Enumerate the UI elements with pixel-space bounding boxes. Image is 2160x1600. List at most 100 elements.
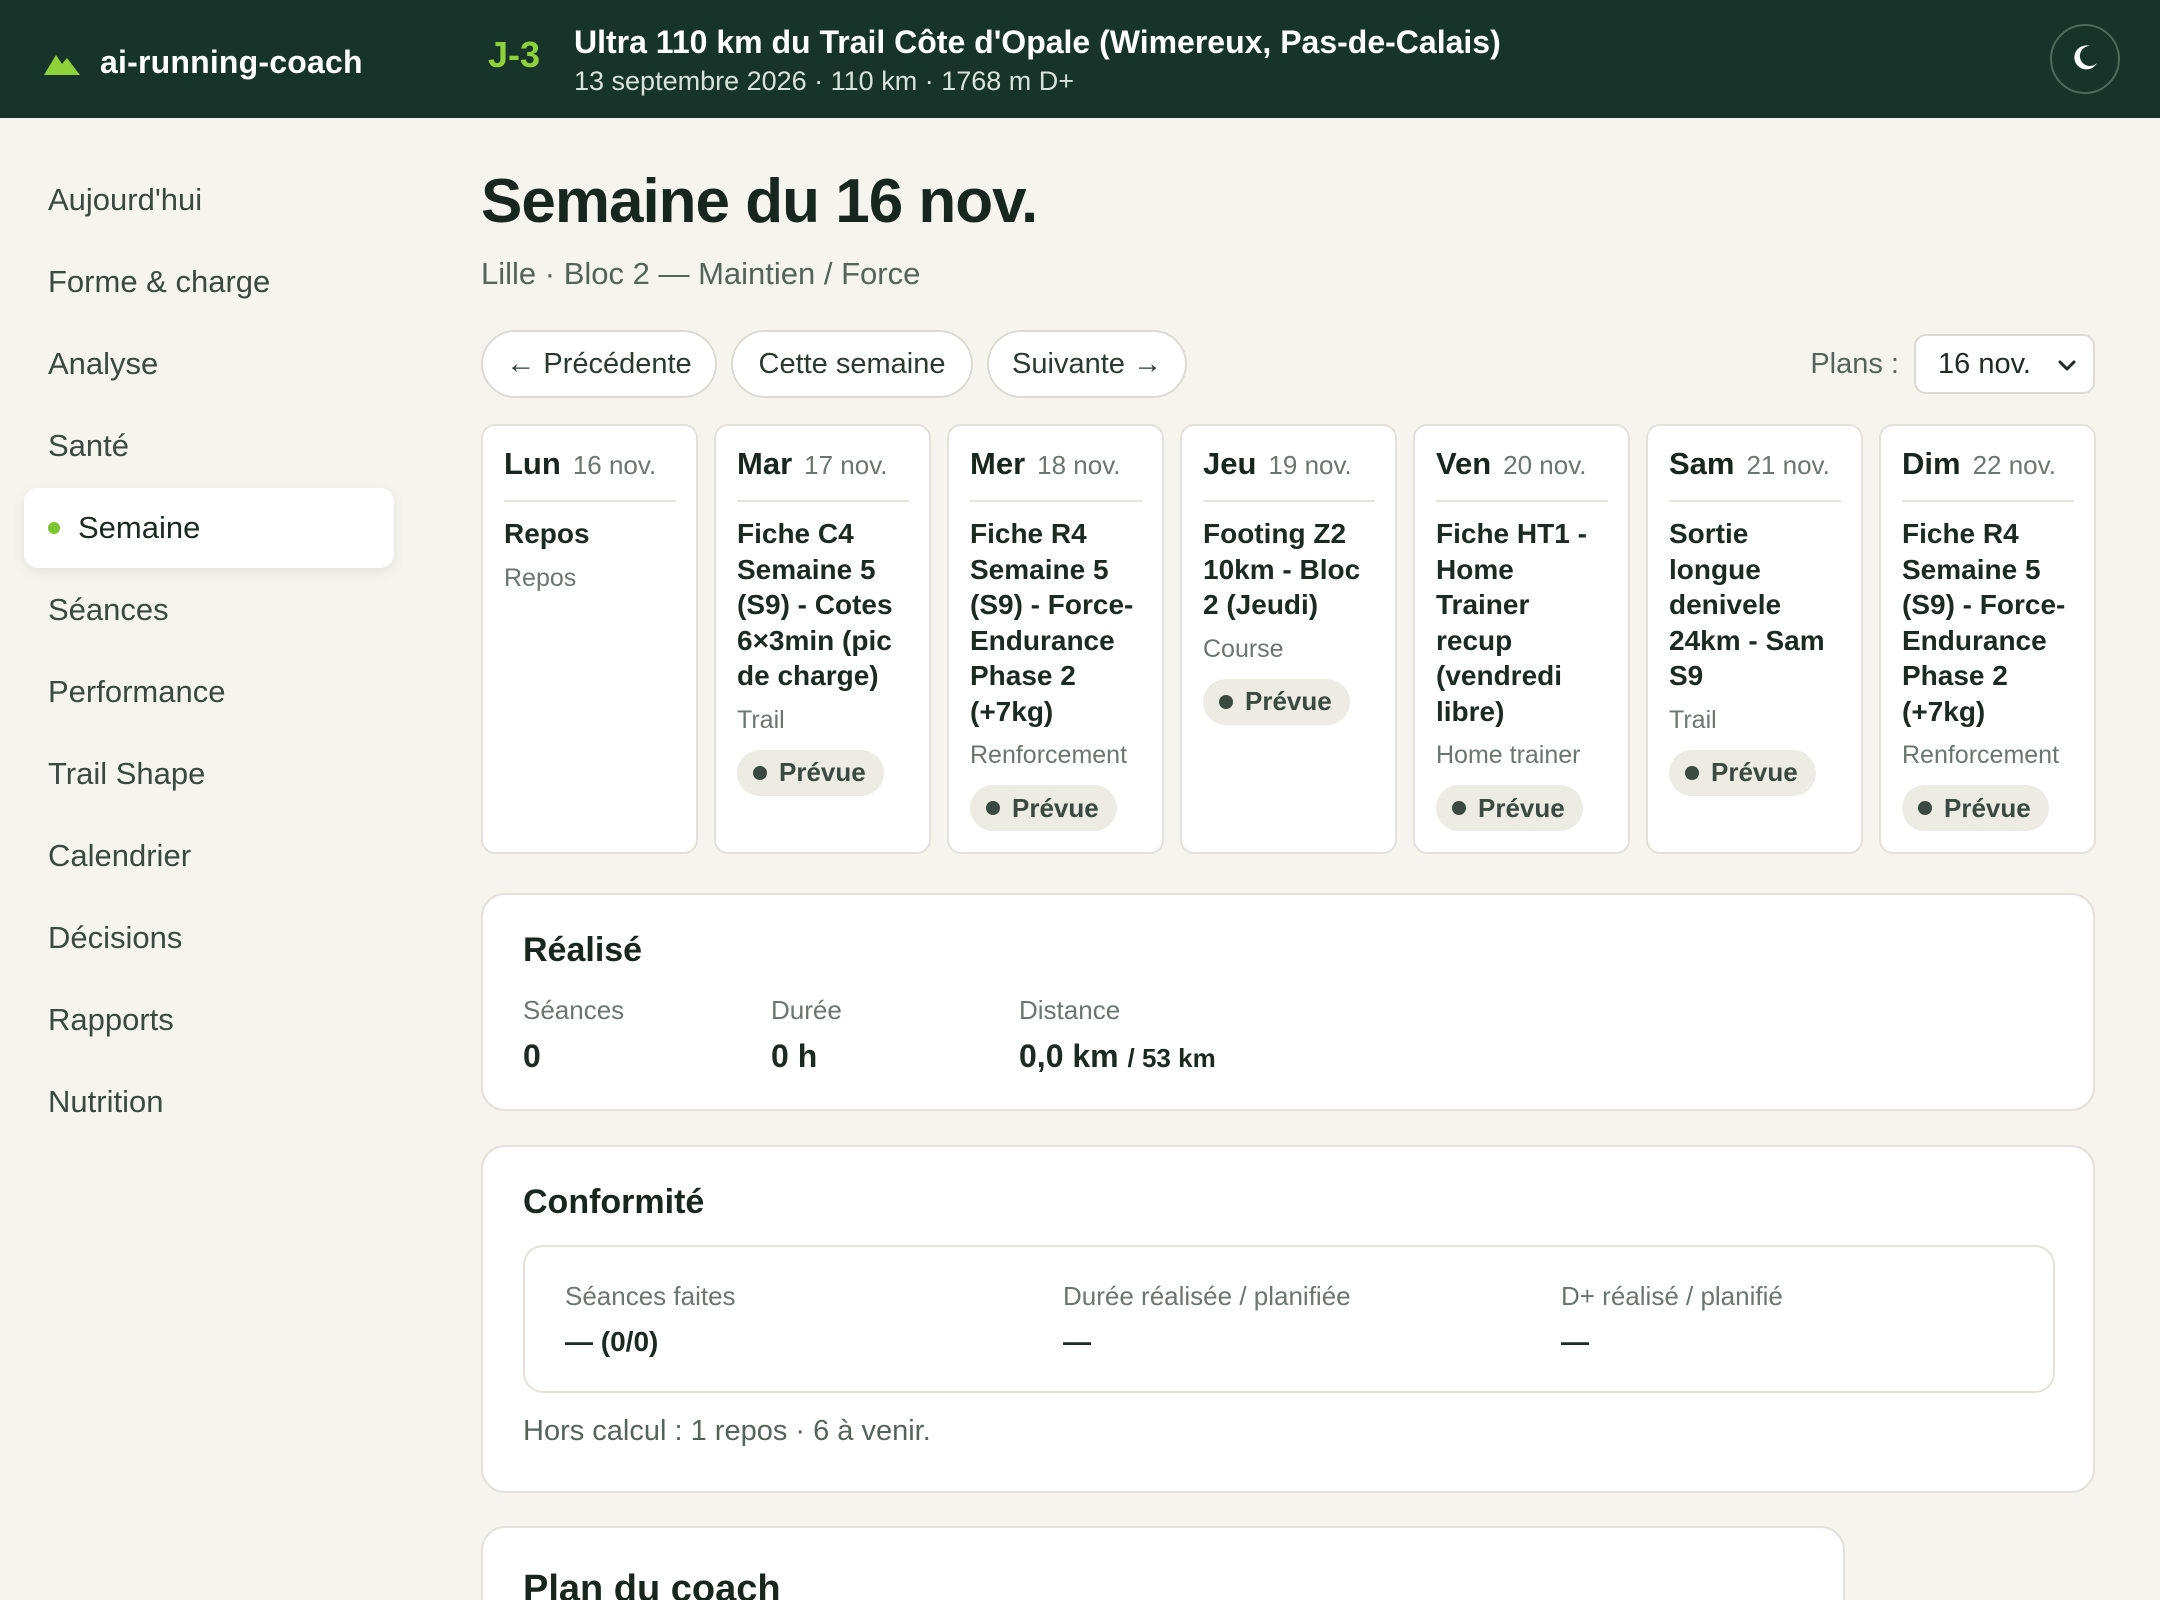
dot-icon [753,765,767,780]
session-title: Repos [504,518,590,549]
status-label: Prévue [1012,792,1099,823]
sidebar-item-aujourdhui[interactable]: Aujourd'hui [24,160,394,240]
stat-value: — [1561,1326,1589,1357]
day-card-sunday[interactable]: Dim 22 nov. Fiche R4 Semaine 5 (S9) - For… [1879,424,2096,854]
dot-icon [1219,694,1233,709]
plan-coach-card: Plan du coach [481,1526,1845,1600]
race-info: Ultra 110 km du Trail Côte d'Opale (Wime… [574,22,1501,98]
day-card-thursday[interactable]: Jeu 19 nov. Footing Z2 10km - Bloc 2 (Jeu… [1180,424,1397,854]
status-label: Prévue [1245,686,1332,716]
session-type: Repos [504,563,577,592]
stat-duree: Durée 0 h [771,995,842,1075]
session-title: Fiche C4 Semaine 5 (S9) - Cotes 6×3min (… [737,518,893,691]
sidebar-item-sante[interactable]: Santé [24,406,394,486]
sidebar-item-label: Calendrier [48,838,192,873]
stat-value: — (0/0) [565,1326,659,1357]
status-badge: Prévue [1203,678,1350,725]
dot-icon [1452,801,1466,815]
day-name: Ven [1436,446,1492,481]
status-badge: Prévue [737,749,884,796]
status-label: Prévue [1711,757,1798,787]
day-name: Sam [1669,446,1735,481]
status-badge: Prévue [970,785,1117,831]
race-title: Ultra 110 km du Trail Côte d'Opale (Wime… [574,24,1501,60]
sidebar-item-nutrition[interactable]: Nutrition [24,1062,394,1142]
status-badge: Prévue [1669,749,1816,796]
session-title: Fiche R4 Semaine 5 (S9) - Force-Enduranc… [970,518,1134,727]
stat-dplus-ratio: D+ réalisé / planifié — [1561,1281,1783,1358]
race-countdown: J-3 [488,34,541,75]
sidebar-item-decisions[interactable]: Décisions [24,898,394,978]
sidebar-item-label: Trail Shape [48,756,206,791]
day-card-wednesday[interactable]: Mer 18 nov. Fiche R4 Semaine 5 (S9) - For… [947,424,1164,854]
main-content: Semaine du 16 nov. Lille · Bloc 2 — Main… [481,160,2096,856]
stat-distance: Distance 0,0 km / 53 km [1019,995,1216,1075]
day-date: 22 nov. [1972,450,2056,480]
day-card-saturday[interactable]: Sam 21 nov. Sortie longue denivele 24km -… [1646,424,1863,854]
session-title: Sortie longue denivele 24km - Sam S9 [1669,518,1825,691]
stat-value: — [1063,1326,1091,1357]
session-title: Fiche R4 Semaine 5 (S9) - Force-Enduranc… [1902,518,2066,727]
status-badge: Prévue [1436,785,1583,831]
sidebar-item-calendrier[interactable]: Calendrier [24,816,394,896]
day-card-friday[interactable]: Ven 20 nov. Fiche HT1 - Home Trainer recu… [1413,424,1630,854]
distance-target: / 53 km [1127,1043,1216,1073]
plans-label: Plans : [1810,348,1899,380]
page-subtitle: Lille · Bloc 2 — Maintien / Force [481,256,921,291]
day-name: Dim [1902,446,1961,481]
plans-select-value: 16 nov. [1938,347,2031,380]
theme-toggle-button[interactable] [2050,24,2120,94]
session-type: Course [1203,634,1284,663]
sidebar-item-label: Séances [48,592,169,627]
stat-label: Séances [523,995,625,1025]
plans-select[interactable]: 16 nov. [1914,334,2095,394]
app-logo[interactable]: ai-running-coach [44,44,363,81]
next-week-button[interactable]: Suivante → [987,330,1187,398]
sidebar-item-label: Aujourd'hui [48,182,203,217]
sidebar-item-seances[interactable]: Séances [24,570,394,650]
sidebar-item-label: Santé [48,428,130,463]
session-title: Footing Z2 10km - Bloc 2 (Jeudi) [1203,518,1361,620]
stat-label: Séances faites [565,1281,736,1311]
sidebar-item-label: Décisions [48,920,183,955]
session-type: Trail [1669,705,1717,734]
week-toolbar: ← Précédente Cette semaine Suivante → Pl… [481,330,2095,402]
week-days: Lun 16 nov. Repos Repos Mar 17 nov. Fiche … [481,424,2096,856]
stat-seances-faites: Séances faites — (0/0) [565,1281,736,1358]
day-card-tuesday[interactable]: Mar 17 nov. Fiche C4 Semaine 5 (S9) - Cot… [714,424,931,854]
stat-value: 0,0 km / 53 km [1019,1038,1216,1075]
session-type: Trail [737,705,785,734]
day-name: Mer [970,446,1026,481]
sidebar-item-label: Performance [48,674,226,709]
conformite-title: Conformité [523,1183,705,1221]
sidebar-item-analyse[interactable]: Analyse [24,324,394,404]
sidebar-item-label: Nutrition [48,1084,164,1119]
active-dot-icon [48,522,60,534]
sidebar-item-label: Analyse [48,346,159,381]
day-card-monday[interactable]: Lun 16 nov. Repos Repos [481,424,698,854]
current-week-button[interactable]: Cette semaine [731,330,973,398]
sidebar-item-rapports[interactable]: Rapports [24,980,394,1060]
moon-icon [2070,43,2100,76]
realise-card: Réalisé Séances 0 Durée 0 h Distance 0,0… [481,893,2095,1111]
session-type: Renforcement [970,741,1128,769]
sidebar-item-forme-charge[interactable]: Forme & charge [24,242,394,322]
day-date: 20 nov. [1503,450,1587,480]
sidebar-item-performance[interactable]: Performance [24,652,394,732]
day-name: Jeu [1203,446,1257,481]
dot-icon [1685,765,1699,780]
sidebar-item-trail-shape[interactable]: Trail Shape [24,734,394,814]
realise-title: Réalisé [523,931,643,969]
session-type: Renforcement [1902,741,2060,769]
stat-duree-ratio: Durée réalisée / planifiée — [1063,1281,1351,1358]
day-name: Mar [737,446,793,481]
sidebar-item-label: Semaine [78,510,201,545]
day-name: Lun [504,446,561,481]
previous-week-button[interactable]: ← Précédente [481,330,717,398]
session-title: Fiche HT1 - Home Trainer recup (vendredi… [1436,518,1587,727]
page-title: Semaine du 16 nov. [481,167,1038,236]
day-date: 18 nov. [1037,450,1121,480]
sidebar-item-semaine[interactable]: Semaine [24,488,394,568]
session-type: Home trainer [1436,741,1581,769]
conformite-card: Conformité Séances faites — (0/0) Durée … [481,1145,2095,1493]
